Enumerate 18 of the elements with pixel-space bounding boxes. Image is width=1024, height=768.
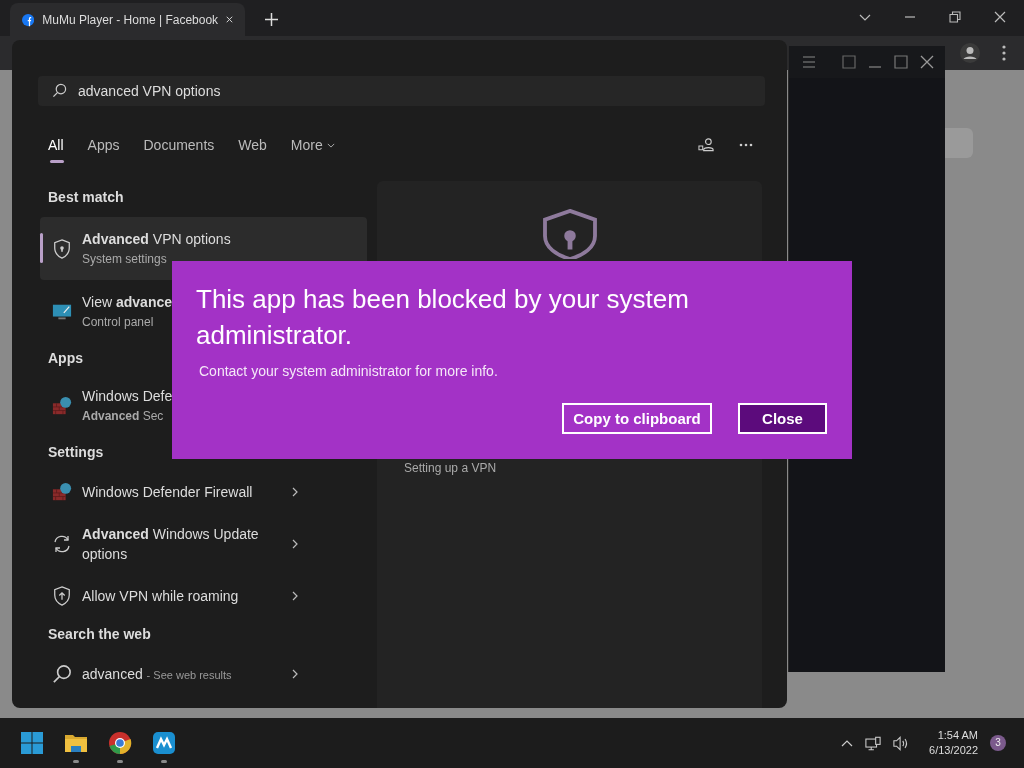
result-title: View advance bbox=[82, 294, 173, 310]
result-title: Advanced VPN options bbox=[82, 230, 231, 247]
result-title: Advanced Windows Update options bbox=[82, 526, 259, 562]
tab-title: MuMu Player - Home | Facebook bbox=[42, 12, 219, 27]
section-heading: Best match bbox=[48, 188, 124, 207]
result-subtitle: Advanced Sec bbox=[82, 409, 164, 423]
result-title: Windows Defe bbox=[82, 388, 173, 404]
result-title: Allow VPN while roaming bbox=[82, 588, 239, 604]
section-heading: Search the web bbox=[48, 625, 151, 644]
result-hint: - See web results bbox=[146, 668, 232, 681]
result-subtitle: Control panel bbox=[82, 315, 154, 329]
section-heading: Settings bbox=[48, 443, 104, 462]
result-title: advanced bbox=[82, 665, 143, 682]
result-title: Windows Defender Firewall bbox=[82, 484, 253, 500]
result-subtitle: System settings bbox=[82, 251, 167, 266]
dialog-message: Contact your system administrator for more info. bbox=[199, 363, 499, 379]
section-heading: Apps bbox=[48, 349, 83, 368]
dialog-title: This app has been blocked by your system administrator. bbox=[196, 283, 690, 352]
